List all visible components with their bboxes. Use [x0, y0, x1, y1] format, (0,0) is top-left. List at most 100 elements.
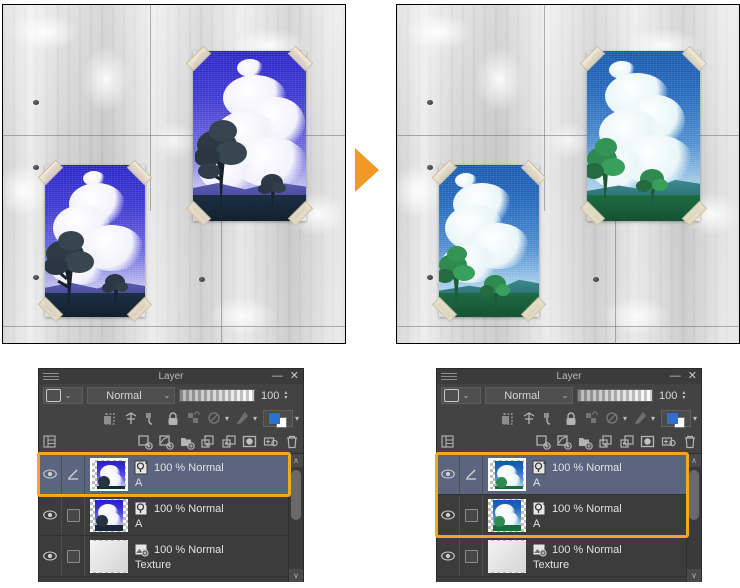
- layer-name[interactable]: A: [135, 477, 303, 489]
- layer-row[interactable]: 100 % Normal A: [39, 454, 303, 495]
- layer-row[interactable]: 100 % Normal A: [437, 454, 701, 495]
- chevron-down-icon: ⌄: [64, 391, 72, 400]
- layer-mask-create-icon[interactable]: [242, 434, 258, 450]
- select-layer-chevron-icon[interactable]: ▾: [225, 414, 229, 423]
- layer-mask-combo[interactable]: ⌄: [441, 387, 481, 404]
- draw-restrict-chevron-icon[interactable]: ▾: [651, 414, 655, 423]
- layer-palette-list-icon[interactable]: [42, 434, 58, 450]
- clip-to-layer-icon[interactable]: [102, 411, 118, 427]
- fgbg-color-icon[interactable]: [262, 410, 293, 428]
- layer-info: 100 % Normal Texture: [134, 542, 303, 571]
- layer-mask-combo[interactable]: ⌄: [43, 387, 83, 404]
- blend-mode-value: Normal: [106, 389, 142, 402]
- opacity-stepper[interactable]: ▴ ▾: [284, 390, 287, 401]
- visibility-toggle[interactable]: [39, 510, 61, 520]
- layer-name[interactable]: A: [533, 477, 701, 489]
- transfer-down-icon[interactable]: [598, 434, 614, 450]
- blend-mode-combo[interactable]: Normal ⌄: [87, 387, 175, 404]
- lock-icon[interactable]: [165, 411, 181, 427]
- ruler-snap-icon[interactable]: [542, 411, 558, 427]
- new-vector-layer-icon[interactable]: [158, 434, 174, 450]
- combine-down-icon[interactable]: [221, 434, 237, 450]
- visibility-toggle[interactable]: [437, 510, 459, 520]
- edit-indicator[interactable]: [61, 536, 85, 576]
- mask-enable-icon[interactable]: [521, 411, 537, 427]
- delete-layer-icon[interactable]: [284, 434, 300, 450]
- visibility-toggle[interactable]: [39, 469, 61, 479]
- blend-mode-combo[interactable]: Normal ⌄: [485, 387, 573, 404]
- select-layer-icon[interactable]: [605, 411, 621, 427]
- layer-list-scrollbar[interactable]: ∧ ∨: [288, 454, 303, 582]
- layer-thumbnail[interactable]: [90, 498, 128, 532]
- layer-row[interactable]: 100 % Normal A: [437, 495, 701, 536]
- clip-to-layer-icon[interactable]: [500, 411, 516, 427]
- wall-bolt: [33, 165, 39, 170]
- fgbg-chevron-icon[interactable]: ▾: [295, 414, 299, 423]
- lock-transparent-icon[interactable]: [186, 410, 202, 427]
- new-vector-layer-icon[interactable]: [556, 434, 572, 450]
- opacity-slider[interactable]: [179, 389, 255, 402]
- layer-thumbnail[interactable]: [488, 457, 526, 491]
- scroll-down-button[interactable]: ∨: [289, 569, 303, 582]
- fgbg-color-icon[interactable]: [660, 410, 691, 428]
- visibility-toggle[interactable]: [39, 551, 61, 561]
- new-folder-icon[interactable]: [179, 434, 195, 450]
- layer-property-icon[interactable]: [661, 434, 677, 450]
- draw-restrict-chevron-icon[interactable]: ▾: [253, 414, 257, 423]
- scrollbar-thumb[interactable]: [291, 470, 301, 520]
- edit-checkbox[interactable]: [464, 549, 478, 563]
- scroll-up-button[interactable]: ∧: [289, 454, 303, 467]
- layer-thumbnail[interactable]: [90, 457, 128, 491]
- scroll-up-button[interactable]: ∧: [687, 454, 701, 467]
- close-button[interactable]: ✕: [290, 371, 299, 382]
- layer-thumbnail[interactable]: [90, 539, 128, 573]
- scrollbar-thumb[interactable]: [689, 470, 699, 520]
- edit-indicator[interactable]: [459, 454, 483, 494]
- close-button[interactable]: ✕: [688, 371, 697, 382]
- edit-indicator[interactable]: [61, 495, 85, 535]
- lock-transparent-icon[interactable]: [584, 410, 600, 427]
- layer-list-after[interactable]: 100 % Normal A 100 % Normal A 100 % Norm…: [437, 454, 701, 582]
- layer-name[interactable]: Texture: [533, 559, 701, 571]
- minimize-button[interactable]: —: [670, 371, 681, 382]
- minimize-button[interactable]: —: [272, 371, 283, 382]
- edit-indicator[interactable]: [459, 495, 483, 535]
- layer-row[interactable]: 100 % Normal A: [39, 495, 303, 536]
- edit-checkbox[interactable]: [66, 549, 80, 563]
- select-layer-icon[interactable]: [207, 411, 223, 427]
- layer-row[interactable]: 100 % Normal Texture: [39, 536, 303, 577]
- layer-name[interactable]: A: [533, 518, 701, 530]
- select-layer-chevron-icon[interactable]: ▾: [623, 414, 627, 423]
- scroll-down-button[interactable]: ∨: [687, 569, 701, 582]
- edit-indicator[interactable]: [61, 454, 85, 494]
- new-raster-layer-icon[interactable]: [137, 434, 153, 450]
- layer-name[interactable]: A: [135, 518, 303, 530]
- draw-restrict-icon[interactable]: [633, 411, 649, 427]
- transfer-down-icon[interactable]: [200, 434, 216, 450]
- layer-list-scrollbar[interactable]: ∧ ∨: [686, 454, 701, 582]
- edit-checkbox[interactable]: [464, 508, 478, 522]
- layer-thumbnail[interactable]: [488, 539, 526, 573]
- combine-down-icon[interactable]: [619, 434, 635, 450]
- draw-restrict-icon[interactable]: [235, 411, 251, 427]
- new-raster-layer-icon[interactable]: [535, 434, 551, 450]
- layer-list-before[interactable]: 100 % Normal A 100 % Normal A 100 % Norm…: [39, 454, 303, 582]
- lock-icon[interactable]: [563, 411, 579, 427]
- edit-checkbox[interactable]: [66, 508, 80, 522]
- fgbg-chevron-icon[interactable]: ▾: [693, 414, 697, 423]
- layer-name[interactable]: Texture: [135, 559, 303, 571]
- mask-enable-icon[interactable]: [123, 411, 139, 427]
- visibility-toggle[interactable]: [437, 551, 459, 561]
- opacity-slider[interactable]: [577, 389, 653, 402]
- layer-palette-list-icon[interactable]: [440, 434, 456, 450]
- layer-property-icon[interactable]: [263, 434, 279, 450]
- opacity-stepper[interactable]: ▴ ▾: [682, 390, 685, 401]
- new-folder-icon[interactable]: [577, 434, 593, 450]
- layer-mask-create-icon[interactable]: [640, 434, 656, 450]
- ruler-snap-icon[interactable]: [144, 411, 160, 427]
- delete-layer-icon[interactable]: [682, 434, 698, 450]
- edit-indicator[interactable]: [459, 536, 483, 576]
- layer-row[interactable]: 100 % Normal Texture: [437, 536, 701, 577]
- layer-thumbnail[interactable]: [488, 498, 526, 532]
- visibility-toggle[interactable]: [437, 469, 459, 479]
